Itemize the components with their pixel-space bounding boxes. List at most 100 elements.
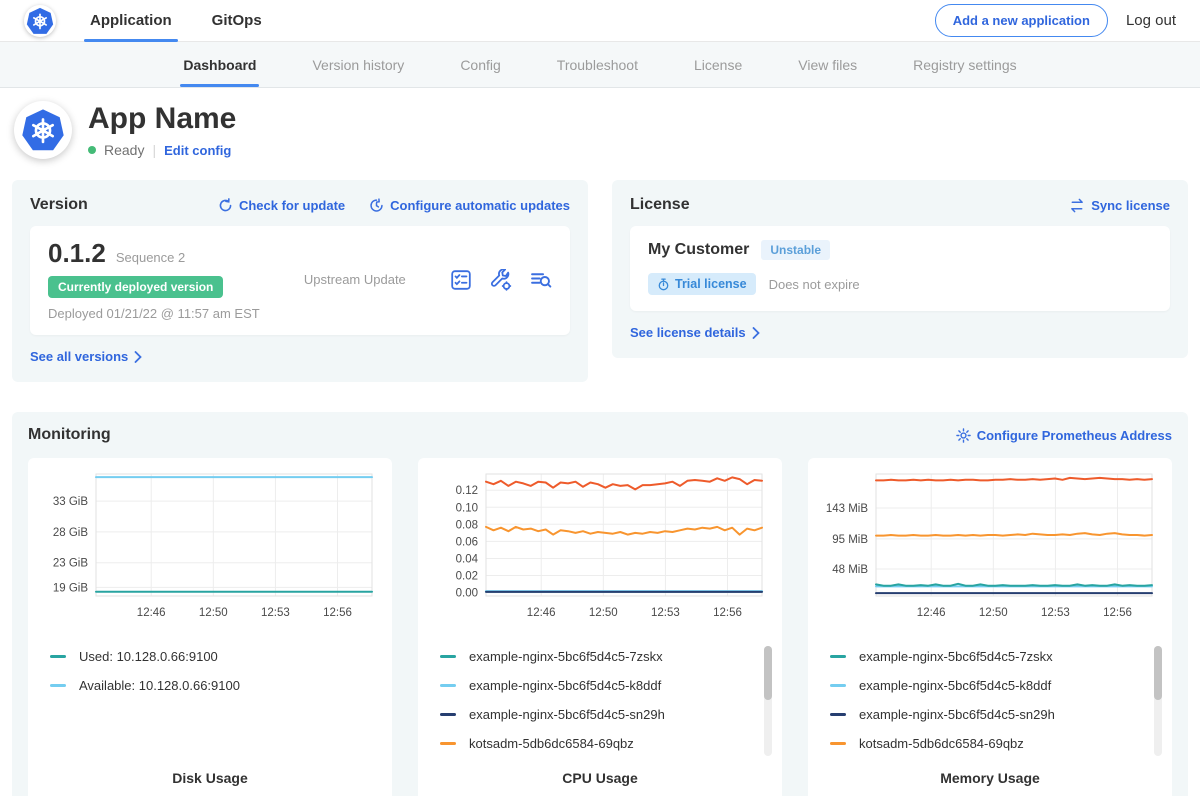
- legend-item[interactable]: example-nginx-5bc6f5d4c5-k8ddf: [440, 671, 770, 700]
- chevron-right-icon: [752, 327, 760, 339]
- svg-text:0.12: 0.12: [456, 485, 478, 497]
- configure-automatic-updates-link[interactable]: Configure automatic updates: [369, 198, 570, 213]
- svg-text:48 MiB: 48 MiB: [832, 564, 868, 576]
- stopwatch-icon: [657, 278, 670, 291]
- check-for-update-link[interactable]: Check for update: [218, 198, 345, 213]
- memory-usage-chart-card: 48 MiB95 MiB143 MiB12:4612:5012:5312:56 …: [808, 458, 1172, 796]
- svg-text:12:46: 12:46: [917, 607, 946, 619]
- app-header: App Name Ready | Edit config: [0, 88, 1200, 176]
- legend-label: example-nginx-5bc6f5d4c5-sn29h: [859, 707, 1055, 722]
- svg-text:0.02: 0.02: [456, 571, 478, 583]
- version-card: Version Check for update: [12, 180, 588, 382]
- svg-text:0.00: 0.00: [456, 588, 478, 600]
- customer-name: My Customer: [648, 241, 749, 259]
- logout-button[interactable]: Log out: [1126, 12, 1176, 29]
- tab-gitops[interactable]: GitOps: [212, 0, 262, 42]
- page-title: App Name: [88, 102, 236, 136]
- svg-text:12:56: 12:56: [713, 607, 742, 619]
- tab-version-history[interactable]: Version history: [312, 42, 404, 87]
- legend-label: kotsadm-5db6dc6584-69qbz: [469, 736, 634, 751]
- legend-swatch: [440, 684, 456, 687]
- svg-text:0.08: 0.08: [456, 519, 478, 531]
- tab-application[interactable]: Application: [90, 0, 172, 42]
- legend-item[interactable]: kotsadm-5db6dc6584-69qbz: [830, 729, 1160, 758]
- legend-swatch: [440, 655, 456, 658]
- disk-usage-legend: Used: 10.128.0.66:9100 Available: 10.128.…: [50, 642, 380, 700]
- tab-config[interactable]: Config: [460, 42, 500, 87]
- disk-usage-chart-card: 19 GiB23 GiB28 GiB33 GiB12:4612:5012:531…: [28, 458, 392, 796]
- add-application-button[interactable]: Add a new application: [935, 4, 1108, 37]
- svg-text:12:56: 12:56: [323, 607, 352, 619]
- legend-item[interactable]: example-nginx-5bc6f5d4c5-7zskx: [830, 642, 1160, 671]
- app-icon: [14, 101, 72, 159]
- svg-text:12:56: 12:56: [1103, 607, 1132, 619]
- configure-prometheus-link[interactable]: Configure Prometheus Address: [956, 428, 1172, 443]
- kubernetes-logo: [24, 5, 56, 37]
- status-text: Ready: [104, 142, 144, 158]
- disk-usage-chart: 19 GiB23 GiB28 GiB33 GiB12:4612:5012:531…: [40, 468, 380, 632]
- svg-text:33 GiB: 33 GiB: [53, 496, 88, 508]
- cpu-usage-chart: 0.000.020.040.060.080.100.1212:4612:5012…: [430, 468, 770, 632]
- sync-license-link[interactable]: Sync license: [1069, 198, 1170, 213]
- deployed-badge: Currently deployed version: [48, 276, 223, 298]
- legend-item[interactable]: Used: 10.128.0.66:9100: [50, 642, 380, 671]
- svg-text:12:53: 12:53: [651, 607, 680, 619]
- svg-text:12:50: 12:50: [979, 607, 1008, 619]
- legend-label: example-nginx-5bc6f5d4c5-7zskx: [469, 649, 663, 664]
- current-version-panel: 0.1.2 Sequence 2 Currently deployed vers…: [30, 226, 570, 335]
- license-card: License Sync license My Customer Unstabl…: [612, 180, 1188, 358]
- monitoring-section: Monitoring Configure Prometheus Address …: [12, 412, 1188, 796]
- top-nav-tabs: Application GitOps: [90, 0, 302, 42]
- cpu-usage-legend: example-nginx-5bc6f5d4c5-7zskx example-ng…: [440, 642, 770, 758]
- sync-arrows-icon: [1069, 198, 1085, 213]
- legend-item[interactable]: example-nginx-5bc6f5d4c5-sn29h: [830, 700, 1160, 729]
- legend-item[interactable]: example-nginx-5bc6f5d4c5-7zskx: [440, 642, 770, 671]
- svg-text:0.04: 0.04: [456, 554, 479, 566]
- version-number: 0.1.2: [48, 238, 106, 269]
- svg-text:12:50: 12:50: [199, 607, 228, 619]
- legend-swatch: [830, 655, 846, 658]
- status-dot: [88, 146, 96, 154]
- upstream-update-label: Upstream Update: [260, 272, 450, 287]
- trial-license-badge: Trial license: [648, 273, 756, 295]
- legend-scrollbar[interactable]: [764, 646, 772, 756]
- tab-view-files[interactable]: View files: [798, 42, 857, 87]
- scrollbar-thumb[interactable]: [1154, 646, 1162, 700]
- legend-item[interactable]: example-nginx-5bc6f5d4c5-sn29h: [440, 700, 770, 729]
- legend-swatch: [830, 684, 846, 687]
- svg-text:28 GiB: 28 GiB: [53, 527, 88, 539]
- channel-badge: Unstable: [761, 240, 830, 260]
- legend-swatch: [50, 655, 66, 658]
- kubernetes-app-icon: [21, 108, 65, 152]
- scrollbar-thumb[interactable]: [764, 646, 772, 700]
- config-wrench-icon[interactable]: [490, 269, 512, 291]
- legend-item[interactable]: Available: 10.128.0.66:9100: [50, 671, 380, 700]
- svg-text:23 GiB: 23 GiB: [53, 558, 88, 570]
- tab-license[interactable]: License: [694, 42, 742, 87]
- svg-text:0.10: 0.10: [456, 502, 478, 514]
- version-sequence: Sequence 2: [116, 250, 185, 265]
- cpu-usage-chart-card: 0.000.020.040.060.080.100.1212:4612:5012…: [418, 458, 782, 796]
- tab-dashboard[interactable]: Dashboard: [183, 42, 256, 87]
- preflight-checklist-icon[interactable]: [450, 269, 472, 291]
- legend-scrollbar[interactable]: [1154, 646, 1162, 756]
- legend-item[interactable]: kotsadm-5db6dc6584-69qbz: [440, 729, 770, 758]
- see-all-versions-link[interactable]: See all versions: [30, 349, 142, 364]
- tab-troubleshoot[interactable]: Troubleshoot: [557, 42, 638, 87]
- tab-registry-settings[interactable]: Registry settings: [913, 42, 1016, 87]
- legend-label: Used: 10.128.0.66:9100: [79, 649, 218, 664]
- svg-text:143 MiB: 143 MiB: [826, 503, 869, 515]
- legend-swatch: [440, 713, 456, 716]
- kubernetes-logo-icon: [26, 7, 54, 35]
- view-diff-icon[interactable]: [530, 269, 552, 291]
- svg-text:95 MiB: 95 MiB: [832, 534, 868, 546]
- svg-text:12:46: 12:46: [527, 607, 556, 619]
- see-license-details-link[interactable]: See license details: [630, 325, 760, 340]
- deployed-timestamp: Deployed 01/21/22 @ 11:57 am EST: [48, 306, 260, 321]
- edit-config-link[interactable]: Edit config: [164, 143, 231, 158]
- charts-row: 19 GiB23 GiB28 GiB33 GiB12:4612:5012:531…: [28, 458, 1172, 796]
- gear-icon: [956, 428, 971, 443]
- legend-item[interactable]: example-nginx-5bc6f5d4c5-k8ddf: [830, 671, 1160, 700]
- top-nav-right: Add a new application Log out: [935, 4, 1176, 37]
- svg-text:12:50: 12:50: [589, 607, 618, 619]
